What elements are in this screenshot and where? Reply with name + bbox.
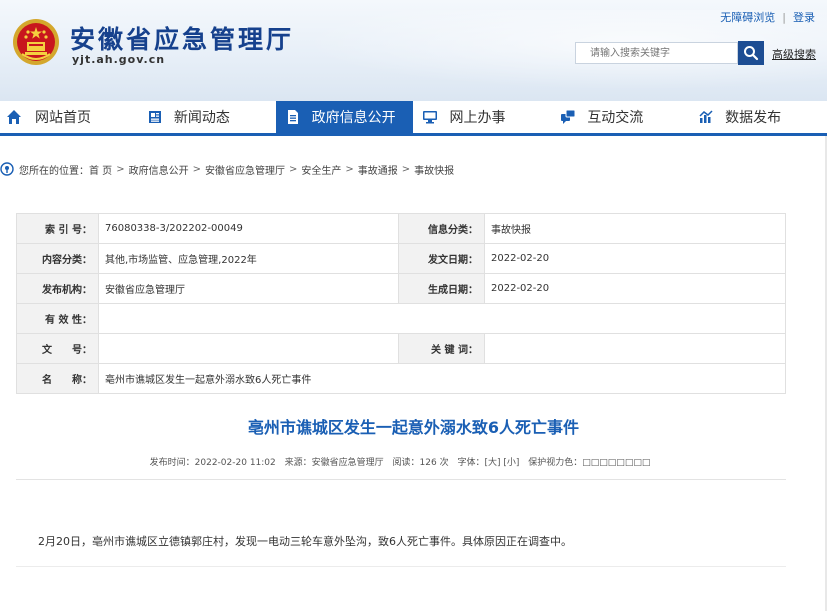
nav-item-news[interactable]: 新闻动态	[138, 101, 276, 133]
document-icon	[284, 108, 302, 126]
article-info-bar: 发布时间：2022-02-20 11:02 来源：安徽省应急管理厅 阅读：126…	[0, 455, 800, 468]
chat-icon	[559, 108, 577, 126]
breadcrumb-separator: >	[116, 163, 125, 175]
home-icon	[5, 108, 23, 126]
font-size-control: 字体：[大] [小]	[457, 458, 519, 468]
breadcrumb-separator: >	[401, 163, 411, 175]
publish-time: 发布时间：2022-02-20 11:02	[149, 458, 276, 468]
meta-value-category: 事故快报	[484, 213, 786, 244]
nav-item-label: 政府信息公开	[311, 110, 396, 126]
article-divider	[16, 479, 786, 480]
meta-label: 有 效 性：	[16, 303, 99, 334]
nav-item-label: 新闻动态	[173, 110, 230, 126]
monitor-icon	[421, 108, 439, 126]
chart-icon	[697, 108, 715, 126]
breadcrumb-item-department[interactable]: 安徽省应急管理厅	[205, 162, 285, 177]
table-row: 内容分类： 其他,市场监管、应急管理,2022年 发文日期： 2022-02-2…	[16, 243, 786, 274]
view-count: 阅读：126 次	[392, 458, 449, 468]
font-large-button[interactable]: [大]	[484, 458, 500, 468]
top-links: 无障碍浏览 | 登录	[720, 9, 815, 25]
site-url: yjt.ah.gov.cn	[72, 53, 166, 66]
national-emblem-icon	[13, 19, 59, 65]
nav-item-data-release[interactable]: 数据发布	[689, 101, 827, 133]
site-title: 安徽省应急管理厅	[70, 25, 295, 54]
meta-label: 发文日期：	[398, 243, 485, 274]
meta-value-index: 76080338-3/202202-00049	[98, 213, 399, 244]
advanced-search-link[interactable]: 高级搜索	[772, 46, 816, 62]
meta-label: 生成日期：	[398, 273, 485, 304]
meta-value-doc-no	[98, 333, 399, 364]
meta-value-keywords	[484, 333, 786, 364]
meta-label: 关 键 词：	[398, 333, 485, 364]
nav-item-label: 网站首页	[35, 110, 91, 126]
breadcrumb-item-gov-info[interactable]: 政府信息公开	[129, 162, 189, 177]
article-body: 2月20日，亳州市谯城区立德镇郭庄村，发现一电动三轮车意外坠沟，致6人死亡事件。…	[38, 535, 572, 548]
meta-label: 内容分类：	[16, 243, 99, 274]
meta-label: 名 称：	[16, 363, 99, 394]
breadcrumb-item-accident-flash[interactable]: 事故快报	[414, 162, 454, 177]
eye-care-label: 保护视力色：	[528, 458, 583, 468]
article-title: 亳州市谯城区发生一起意外溺水致6人死亡事件	[247, 418, 580, 437]
search-input[interactable]	[575, 42, 738, 64]
main-nav: 网站首页 新闻动态 政府信息公开 网上办事 互动交流 数据发布	[0, 101, 827, 136]
nav-item-home[interactable]: 网站首页	[0, 101, 138, 133]
meta-label: 索 引 号：	[16, 213, 99, 244]
accessibility-link[interactable]: 无障碍浏览	[720, 11, 775, 24]
top-links-separator: |	[782, 11, 786, 24]
meta-value-publish-date: 2022-02-20	[484, 243, 786, 274]
news-icon	[146, 108, 164, 126]
table-row: 索 引 号： 76080338-3/202202-00049 信息分类： 事故快…	[16, 213, 786, 244]
nav-item-gov-info[interactable]: 政府信息公开	[275, 101, 414, 133]
meta-value-issuer: 安徽省应急管理厅	[98, 273, 399, 304]
breadcrumb-item-home[interactable]: 首 页	[89, 162, 112, 177]
breadcrumb-item-safety[interactable]: 安全生产	[301, 162, 341, 177]
table-row: 发布机构： 安徽省应急管理厅 生成日期： 2022-02-20	[16, 273, 786, 304]
breadcrumb-item-accident-report[interactable]: 事故通报	[358, 162, 398, 177]
document-metadata-table: 索 引 号： 76080338-3/202202-00049 信息分类： 事故快…	[16, 213, 786, 394]
table-row: 文 号： 关 键 词：	[16, 333, 786, 364]
meta-label: 发布机构：	[16, 273, 99, 304]
breadcrumb-separator: >	[288, 163, 298, 175]
search-icon	[744, 46, 759, 61]
nav-item-label: 互动交流	[587, 110, 644, 126]
article-bottom-divider	[16, 566, 786, 567]
meta-value-name: 亳州市谯城区发生一起意外溺水致6人死亡事件	[98, 363, 786, 394]
nav-item-interaction[interactable]: 互动交流	[551, 101, 689, 133]
breadcrumb-separator: >	[192, 163, 201, 175]
meta-label: 文 号：	[16, 333, 99, 364]
location-pin-icon	[0, 162, 14, 176]
nav-item-label: 数据发布	[725, 110, 782, 126]
breadcrumb: 您所在的位置： 首 页 > 政府信息公开 > 安徽省应急管理厅 > 安全生产 >…	[0, 161, 454, 177]
meta-value-gen-date: 2022-02-20	[484, 273, 786, 304]
site-header: 安徽省应急管理厅 yjt.ah.gov.cn 无障碍浏览 | 登录 高级搜索	[0, 0, 827, 101]
table-row: 有 效 性：	[16, 303, 786, 334]
meta-value-content: 其他,市场监管、应急管理,2022年	[98, 243, 399, 274]
login-link[interactable]: 登录	[793, 11, 815, 24]
font-size-label: 字体：	[457, 458, 485, 468]
nav-item-online-services[interactable]: 网上办事	[413, 101, 551, 133]
breadcrumb-separator: >	[345, 163, 354, 175]
nav-item-label: 网上办事	[449, 110, 506, 126]
article-source: 来源：安徽省应急管理厅	[284, 458, 384, 468]
meta-label: 信息分类：	[398, 213, 485, 244]
font-small-button[interactable]: [小]	[503, 458, 519, 468]
eye-care-color-swatches[interactable]: □□□□□□□□	[582, 458, 650, 468]
eye-care-control: 保护视力色：□□□□□□□□	[528, 458, 650, 468]
meta-value-validity	[98, 303, 786, 334]
breadcrumb-prefix: 您所在的位置：	[19, 165, 89, 177]
search-button[interactable]	[738, 41, 764, 65]
table-row: 名 称： 亳州市谯城区发生一起意外溺水致6人死亡事件	[16, 363, 786, 394]
